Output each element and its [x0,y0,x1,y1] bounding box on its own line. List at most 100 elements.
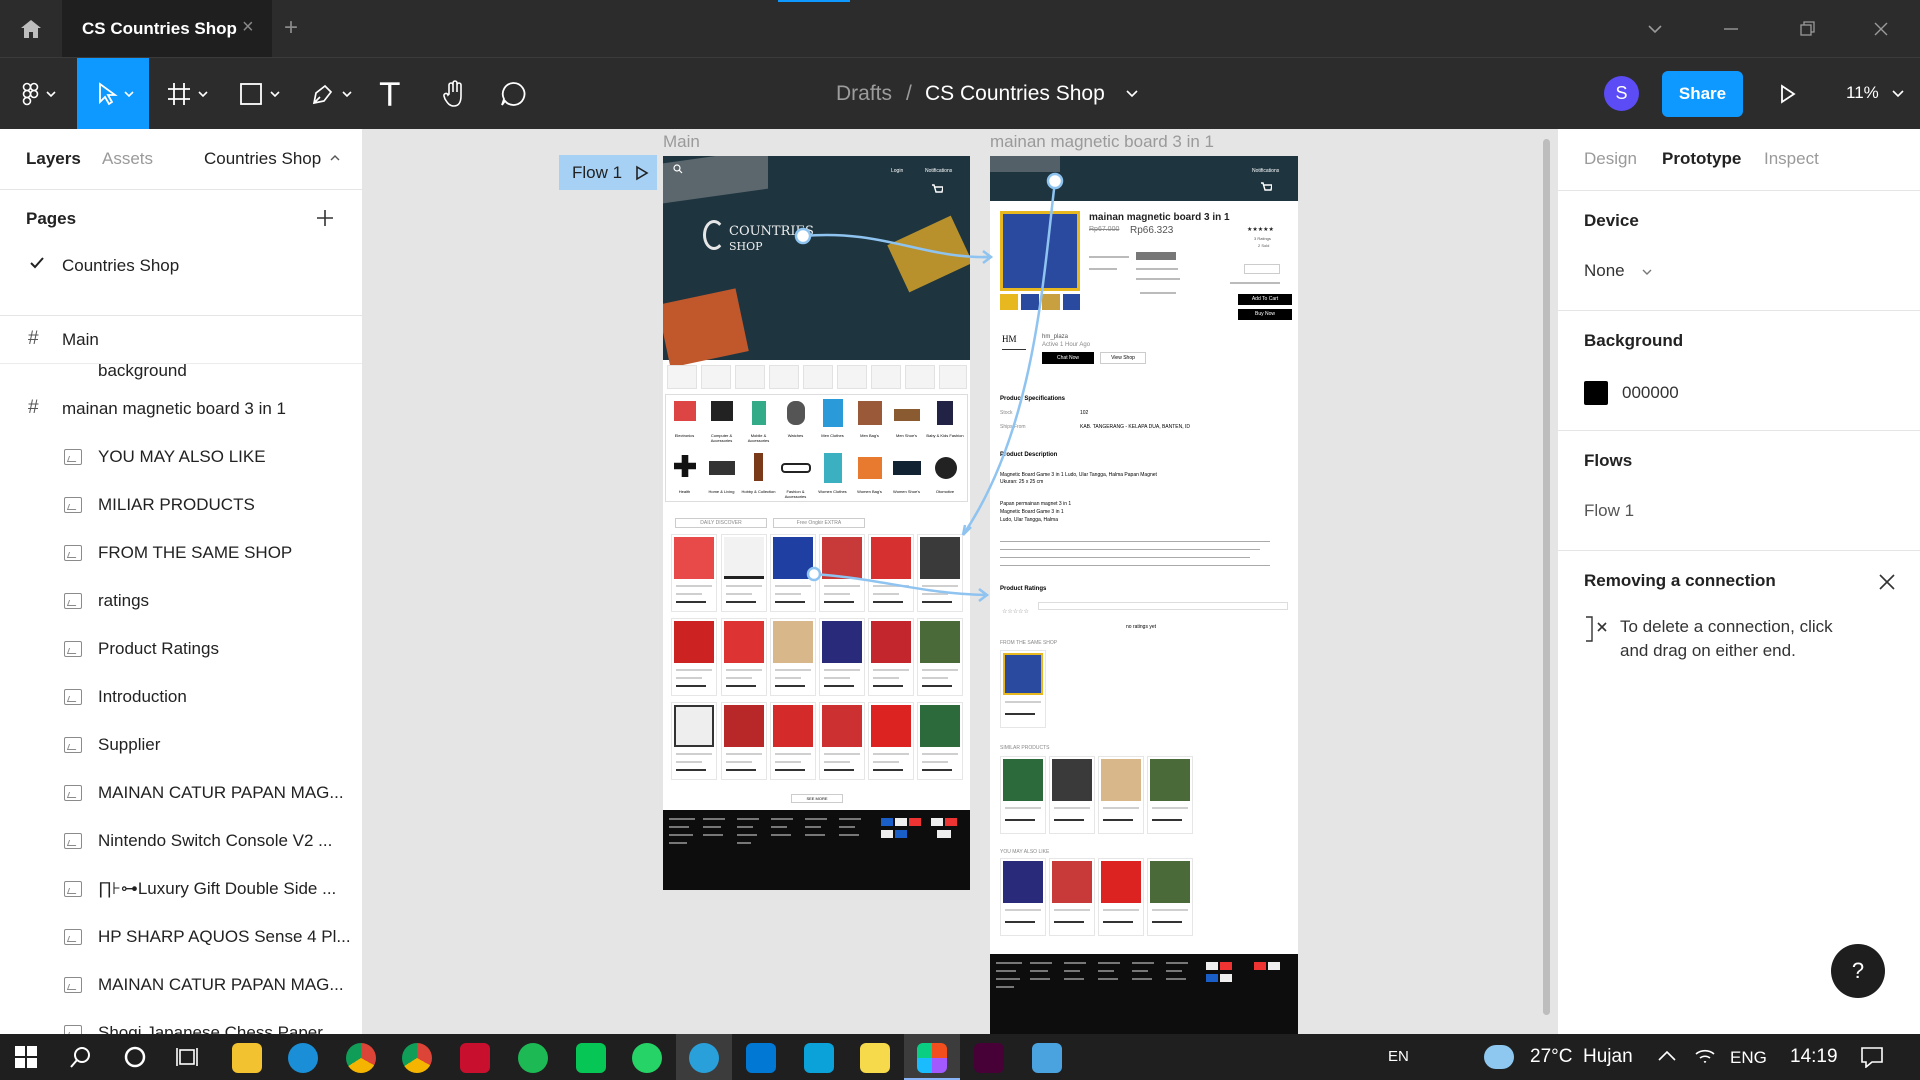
layer-item[interactable]: HP SHARP AQUOS Sense 4 Pl... [0,913,362,961]
panel-tabs: Design Prototype Inspect [1558,129,1920,191]
layer-item[interactable]: Supplier [0,721,362,769]
connection-line [961,524,972,536]
layer-item[interactable]: YOU MAY ALSO LIKE [0,433,362,481]
figma-menu-icon[interactable] [16,76,62,112]
layer-item[interactable]: MILIAR PRODUCTS [0,481,362,529]
whatsapp-icon[interactable] [632,1043,662,1073]
minimize-icon[interactable] [1716,18,1746,40]
sticky-notes-icon[interactable] [860,1043,890,1073]
background-swatch[interactable] [1584,381,1608,405]
checkmark-icon [30,257,44,269]
layer-item[interactable]: MAINAN CATUR PAPAN MAG... [0,769,362,817]
layer-frame-mainan[interactable]: # mainan magnetic board 3 in 1 [0,385,362,433]
tab-prototype[interactable]: Prototype [1662,149,1741,169]
present-play-icon[interactable] [1776,80,1800,108]
layer-label: ∏⊦⊶Luxury Gift Double Side ... [98,879,337,898]
layer-item[interactable]: Introduction [0,673,362,721]
share-button[interactable]: Share [1662,71,1743,117]
prototype-connections [794,172,1064,602]
file-tab-title: CS Countries Shop [82,19,237,38]
taskbar: EN 27°C Hujan ENG 14:19 [0,1034,1920,1080]
telegram-icon [689,1043,719,1073]
spotify-icon[interactable] [518,1043,548,1073]
tab-inspect[interactable]: Inspect [1764,149,1819,169]
layer-item[interactable]: ratings [0,577,362,625]
file-explorer-icon[interactable] [232,1043,262,1073]
cortana-icon[interactable] [120,1044,150,1070]
language-indicator[interactable]: ENG [1730,1048,1767,1068]
canvas[interactable]: Flow 1 Main mainan magnetic board 3 in 1… [363,129,1557,1034]
layer-item[interactable]: Nintendo Switch Console V2 ... [0,817,362,865]
breadcrumb-separator: / [906,82,912,105]
windows-start-icon[interactable] [10,1044,42,1070]
flow-item[interactable]: Flow 1 [1584,501,1634,521]
pages-title: Pages [26,209,77,228]
photos-icon[interactable] [1032,1043,1062,1073]
comment-tool-icon[interactable] [496,78,530,110]
hand-tool-icon[interactable] [438,78,472,110]
layer-label: FROM THE SAME SHOP [98,543,293,562]
add-page-icon[interactable] [316,209,334,227]
zoom-control[interactable]: 11% [1840,82,1910,108]
close-hint-icon[interactable] [1878,573,1896,591]
move-tool-button[interactable] [77,58,149,130]
layer-item[interactable]: FROM THE SAME SHOP [0,529,362,577]
background-value[interactable]: 000000 [1622,383,1679,403]
page-item-countries-shop[interactable]: Countries Shop [62,256,179,276]
chevron-down-icon[interactable] [1640,18,1670,40]
chevron-up-icon[interactable] [1658,1050,1676,1062]
figma-tile[interactable] [904,1034,960,1080]
avatar[interactable]: S [1604,76,1639,111]
file-name[interactable]: CS Countries Shop [925,82,1105,106]
device-select[interactable]: None [1584,261,1664,283]
help-label: ? [1851,958,1865,983]
edge-icon[interactable] [288,1043,318,1073]
canvas-scrollbar[interactable] [1543,139,1550,1015]
mail-icon[interactable] [746,1043,776,1073]
page-selector[interactable]: Countries Shop [204,149,321,169]
task-view-icon[interactable] [172,1044,202,1070]
clock[interactable]: 14:19 [1790,1046,1838,1068]
flows-title: Flows [1584,451,1633,470]
wifi-icon[interactable] [1694,1046,1716,1066]
weather-icon[interactable] [1484,1045,1514,1069]
frame-hash-icon: # [28,328,39,349]
weather-text[interactable]: 27°C Hujan [1530,1046,1633,1068]
search-icon[interactable] [66,1044,96,1070]
mcafee-icon[interactable] [460,1043,490,1073]
hint-title: Removing a connection [1584,571,1776,590]
layer-item[interactable]: Shogi Japanese Chess Paper... [0,1009,362,1034]
breadcrumb-parent[interactable]: Drafts [836,82,892,106]
notification-center-icon[interactable] [1860,1046,1884,1068]
chrome-icon[interactable] [346,1043,376,1073]
layer-item[interactable]: MAINAN CATUR PAPAN MAG... [0,961,362,1009]
pen-tool-icon[interactable] [308,78,358,110]
layer-frame-main[interactable]: # Main [0,316,362,364]
file-menu-chevron-icon[interactable] [1124,88,1140,100]
frame-tool-icon[interactable] [164,78,214,110]
shape-tool-icon[interactable] [236,78,286,110]
text-tool-icon[interactable]: T [380,76,400,114]
telegram-tile[interactable] [676,1034,732,1080]
tab-design[interactable]: Design [1584,149,1637,169]
tab-close-icon[interactable]: × [242,16,254,39]
connection-line [813,572,988,597]
input-language[interactable]: EN [1388,1048,1409,1065]
chrome-alt-icon[interactable] [402,1043,432,1073]
layer-item[interactable]: Product Ratings [0,625,362,673]
layer-item[interactable]: ∏⊦⊶Luxury Gift Double Side ... [0,865,362,913]
adobe-xd-icon[interactable] [974,1043,1004,1073]
file-tab[interactable]: CS Countries Shop × [62,0,272,57]
help-button[interactable]: ? [1831,944,1885,998]
layer-label: background [98,361,187,380]
l-app-icon[interactable] [804,1043,834,1073]
home-icon[interactable] [12,14,50,44]
tab-assets[interactable]: Assets [102,149,153,169]
restore-icon[interactable] [1792,18,1822,40]
chevron-up-icon[interactable] [330,154,340,161]
close-window-icon[interactable] [1866,18,1896,40]
tab-layers[interactable]: Layers [26,149,81,169]
line-icon[interactable] [576,1043,606,1073]
layer-label: Nintendo Switch Console V2 ... [98,831,333,850]
new-tab-button[interactable]: + [284,14,298,42]
